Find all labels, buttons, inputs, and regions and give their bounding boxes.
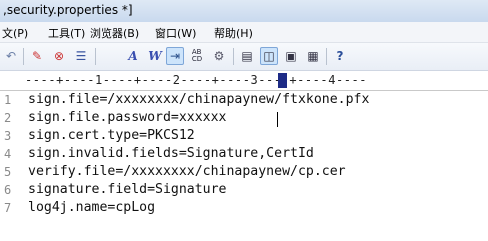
editor-line: 5 verify.file=/xxxxxxxx/chinapaynew/cp.c… bbox=[0, 164, 488, 182]
title-bar: ,security.properties *] bbox=[0, 0, 488, 22]
editor-line: 6 signature.field=Signature bbox=[0, 182, 488, 200]
view-hex-icon[interactable]: ▣ bbox=[282, 47, 300, 65]
menu-browser[interactable]: 浏览器(B) bbox=[90, 25, 139, 41]
line-text[interactable]: sign.file.password=xxxxxx bbox=[28, 110, 227, 125]
line-number: 7 bbox=[4, 201, 12, 215]
settings-icon[interactable]: ⚙ bbox=[210, 47, 228, 65]
ruler: ----+----1----+----2----+----3----+----4… bbox=[0, 71, 488, 91]
menu-help[interactable]: 帮助(H) bbox=[214, 25, 253, 41]
line-text[interactable]: sign.file=/xxxxxxxx/chinapaynew/ftxkone.… bbox=[28, 92, 369, 107]
indent-icon[interactable]: ⇥ bbox=[166, 47, 184, 65]
toolbar-separator bbox=[23, 48, 24, 65]
toolbar-separator bbox=[233, 48, 234, 65]
editor-line: 7 log4j.name=cpLog bbox=[0, 200, 488, 218]
menu-bar: 文(P) 工具(T) 浏览器(B) 窗口(W) 帮助(H) bbox=[0, 22, 488, 43]
menu-tools[interactable]: 工具(T) bbox=[48, 25, 85, 41]
text-caret bbox=[277, 112, 278, 127]
editor-line: 1 sign.file=/xxxxxxxx/chinapaynew/ftxkon… bbox=[0, 92, 488, 110]
window-title: ,security.properties *] bbox=[3, 3, 133, 17]
tag-icon[interactable]: ✎ bbox=[28, 47, 46, 65]
text-editor[interactable]: 1 sign.file=/xxxxxxxx/chinapaynew/ftxkon… bbox=[0, 91, 488, 241]
help-icon[interactable]: ? bbox=[331, 47, 349, 65]
line-number: 4 bbox=[4, 147, 12, 161]
toolbar-separator bbox=[95, 48, 96, 65]
line-number: 6 bbox=[4, 183, 12, 197]
clipboard-icon[interactable]: ☰ bbox=[72, 47, 90, 65]
editor-line: 3 sign.cert.type=PKCS12 bbox=[0, 128, 488, 146]
view-split-icon[interactable]: ◫ bbox=[260, 47, 278, 65]
ruler-cursor-marker bbox=[278, 73, 287, 88]
remove-icon[interactable]: ⊗ bbox=[50, 47, 68, 65]
toolbar: ↶ ✎ ⊗ ☰ A W ⇥ AB CD ⚙ ▤ ◫ ▣ ▦ ? bbox=[0, 43, 488, 71]
line-text[interactable]: signature.field=Signature bbox=[28, 182, 227, 197]
view-text-icon[interactable]: ▦ bbox=[304, 47, 322, 65]
font-icon[interactable]: A bbox=[124, 47, 142, 65]
line-number: 5 bbox=[4, 165, 12, 179]
word-wrap-icon[interactable]: W bbox=[146, 47, 164, 65]
line-number: 1 bbox=[4, 93, 12, 107]
line-number: 3 bbox=[4, 129, 12, 143]
ruler-scale: ----+----1----+----2----+----3----+----4… bbox=[25, 73, 368, 87]
line-text[interactable]: sign.cert.type=PKCS12 bbox=[28, 128, 195, 143]
toolbar-separator bbox=[326, 48, 327, 65]
view-page-icon[interactable]: ▤ bbox=[238, 47, 256, 65]
editor-line: 2 sign.file.password=xxxxxx bbox=[0, 110, 488, 128]
line-text[interactable]: log4j.name=cpLog bbox=[28, 200, 155, 215]
spell-check-icon[interactable]: AB CD bbox=[188, 47, 206, 65]
menu-window[interactable]: 窗口(W) bbox=[155, 25, 196, 41]
editor-line: 4 sign.invalid.fields=Signature,CertId bbox=[0, 146, 488, 164]
line-number: 2 bbox=[4, 111, 12, 125]
line-text[interactable]: sign.invalid.fields=Signature,CertId bbox=[28, 146, 314, 161]
line-text[interactable]: verify.file=/xxxxxxxx/chinapaynew/cp.cer bbox=[28, 164, 346, 179]
undo-icon[interactable]: ↶ bbox=[2, 47, 20, 65]
menu-file[interactable]: 文(P) bbox=[2, 25, 28, 41]
